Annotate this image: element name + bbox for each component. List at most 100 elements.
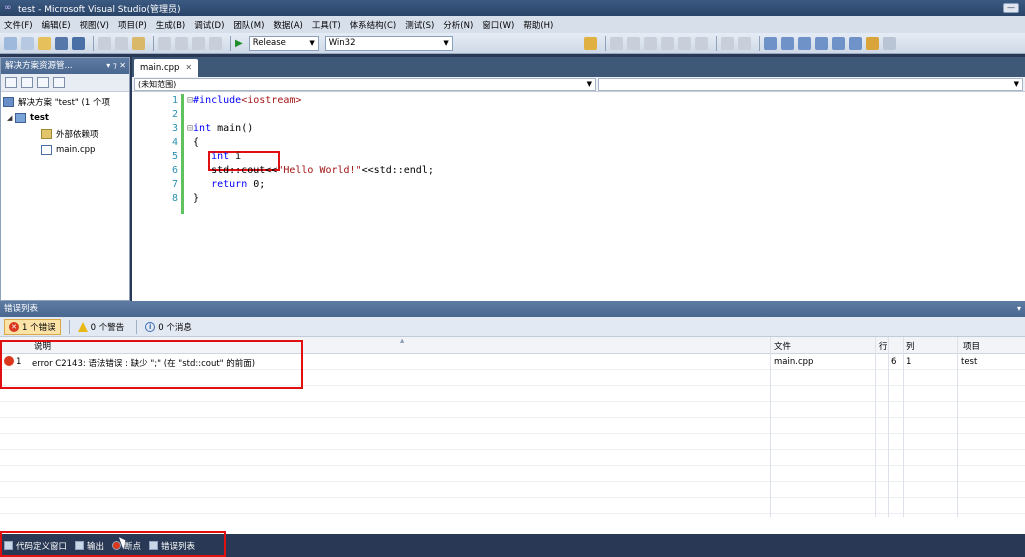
menu-data[interactable]: 数据(A) xyxy=(273,19,302,31)
tree-item-external-deps[interactable]: 外部依赖项 xyxy=(3,126,129,142)
open-file-icon[interactable] xyxy=(38,36,51,50)
column-header-file[interactable]: 文件 xyxy=(774,340,791,352)
paste-icon[interactable] xyxy=(132,36,145,50)
toolbar-options-icon[interactable] xyxy=(882,36,896,50)
menu-build[interactable]: 生成(B) xyxy=(156,19,185,31)
solution-tree: 解决方案 "test" (1 个项 ◢ test 外部依赖项 main.cpp xyxy=(1,92,129,158)
window-title: test - Microsoft Visual Studio(管理员) xyxy=(18,4,181,15)
platform-select[interactable]: Win32 ▼ xyxy=(324,35,453,51)
toolbar-separator xyxy=(715,35,717,51)
chevron-down-icon[interactable]: ▾ xyxy=(1017,301,1021,317)
column-header-project[interactable]: 项目 xyxy=(963,340,980,352)
empty-row xyxy=(0,450,1025,466)
outdent-icon[interactable] xyxy=(677,36,691,50)
tree-item-project[interactable]: ◢ test xyxy=(3,110,129,126)
save-icon[interactable] xyxy=(55,36,68,50)
prev-bookmark-icon[interactable] xyxy=(780,36,794,50)
tree-item-solution[interactable]: 解决方案 "test" (1 个项 xyxy=(3,94,129,110)
menu-help[interactable]: 帮助(H) xyxy=(523,19,553,31)
column-header-line[interactable]: 行 xyxy=(879,340,887,352)
empty-row xyxy=(0,482,1025,498)
redo-icon[interactable] xyxy=(175,36,188,50)
scope-select[interactable]: (未知范围) ▼ xyxy=(134,77,596,91)
warnings-filter-button[interactable]: 0 个警告 xyxy=(74,319,129,335)
text-editor-icon[interactable] xyxy=(609,36,623,50)
next-bookmark-icon[interactable] xyxy=(797,36,811,50)
menu-tools[interactable]: 工具(T) xyxy=(312,19,341,31)
menu-view[interactable]: 视图(V) xyxy=(80,19,109,31)
code-text: { xyxy=(187,136,199,150)
code-line[interactable]: 2 xyxy=(132,108,1025,122)
code-line[interactable]: 1 ⊟#include<iostream> xyxy=(132,94,1025,108)
menu-edit[interactable]: 编辑(E) xyxy=(42,19,71,31)
navigate-forward-icon[interactable] xyxy=(209,36,222,50)
show-all-files-icon[interactable] xyxy=(21,77,33,88)
code-token: #include xyxy=(193,95,242,106)
errors-filter-button[interactable]: ✕ 1 个错误 xyxy=(4,318,61,335)
code-line[interactable]: 8 } xyxy=(132,192,1025,206)
menu-file[interactable]: 文件(F) xyxy=(4,19,33,31)
error-project: test xyxy=(961,357,978,367)
configuration-value: Release xyxy=(252,37,286,48)
cut-icon[interactable] xyxy=(98,36,111,50)
find-in-files-icon[interactable] xyxy=(583,36,597,50)
tree-item-main-cpp[interactable]: main.cpp xyxy=(3,142,129,158)
parameter-info-icon[interactable] xyxy=(643,36,657,50)
menu-architecture[interactable]: 体系结构(C) xyxy=(350,19,397,31)
bookmark-icon[interactable] xyxy=(763,36,777,50)
pane-controls[interactable]: ▾ ⁊ ✕ xyxy=(106,58,126,74)
tool-window-tabs: 代码定义窗口 输出 断点 错误列表 xyxy=(0,531,1025,557)
menu-test[interactable]: 测试(S) xyxy=(405,19,434,31)
refresh-icon[interactable] xyxy=(37,77,49,88)
error-list: 错误列表 ▾ ✕ 1 个错误 0 个警告 i 0 个消息 说明 ▴ 文件 行 列… xyxy=(0,301,1025,534)
menu-debug[interactable]: 调试(D) xyxy=(194,19,224,31)
properties-icon[interactable] xyxy=(5,77,17,88)
save-all-icon[interactable] xyxy=(72,36,85,50)
column-divider xyxy=(888,337,889,517)
line-number: 7 xyxy=(171,179,178,190)
code-token: } xyxy=(187,193,200,204)
folder-icon xyxy=(41,129,52,139)
menu-analyze[interactable]: 分析(N) xyxy=(443,19,473,31)
column-header-column[interactable]: 列 xyxy=(906,340,915,352)
tree-item-label: 解决方案 "test" (1 个项 xyxy=(18,98,110,108)
code-text: int i xyxy=(187,150,241,164)
tab-main-cpp[interactable]: main.cpp ✕ xyxy=(134,59,199,77)
uncomment-icon[interactable] xyxy=(737,36,751,50)
comment-icon[interactable] xyxy=(720,36,734,50)
column-divider xyxy=(903,337,904,517)
code-line[interactable]: 5 int i xyxy=(132,150,1025,164)
filter-separator xyxy=(136,319,138,334)
minimize-button[interactable]: — xyxy=(1003,3,1019,13)
indent-icon[interactable] xyxy=(694,36,708,50)
new-project-icon[interactable] xyxy=(4,36,17,50)
menu-team[interactable]: 团队(M) xyxy=(233,19,264,31)
configuration-select[interactable]: Release ▼ xyxy=(248,35,319,51)
code-line[interactable]: 4 { xyxy=(132,136,1025,150)
undo-icon[interactable] xyxy=(158,36,171,50)
word-complete-icon[interactable] xyxy=(660,36,674,50)
solution-explorer-icon[interactable] xyxy=(865,36,879,50)
clear-bookmarks-icon[interactable] xyxy=(848,36,862,50)
messages-filter-button[interactable]: i 0 个消息 xyxy=(141,319,196,335)
quick-info-icon[interactable] xyxy=(626,36,640,50)
code-line[interactable]: 3 ⊟int main() xyxy=(132,122,1025,136)
close-icon[interactable]: ✕ xyxy=(185,59,192,77)
copy-icon[interactable] xyxy=(115,36,128,50)
start-debugging-icon[interactable]: ▶ xyxy=(235,38,243,49)
class-view-icon[interactable] xyxy=(53,77,65,88)
code-area[interactable]: 1 ⊟#include<iostream> 2 3 ⊟int main() 4 {5 in… xyxy=(132,92,1025,301)
code-text: std::cout<<"Hello World!"<<std::endl; xyxy=(187,164,434,178)
next-bookmark-folder-icon[interactable] xyxy=(831,36,845,50)
expand-arrow-icon[interactable]: ◢ xyxy=(7,114,15,122)
prev-bookmark-folder-icon[interactable] xyxy=(814,36,828,50)
vs-logo-icon: ∞ xyxy=(4,3,12,13)
code-line[interactable]: 6 std::cout<<"Hello World!"<<std::endl; xyxy=(132,164,1025,178)
navigate-back-icon[interactable] xyxy=(192,36,205,50)
column-divider xyxy=(875,337,876,517)
member-select[interactable]: ▼ xyxy=(598,77,1023,91)
menu-window[interactable]: 窗口(W) xyxy=(482,19,514,31)
menu-project[interactable]: 项目(P) xyxy=(118,19,147,31)
add-item-icon[interactable] xyxy=(21,36,34,50)
code-line[interactable]: 7 return 0; xyxy=(132,178,1025,192)
